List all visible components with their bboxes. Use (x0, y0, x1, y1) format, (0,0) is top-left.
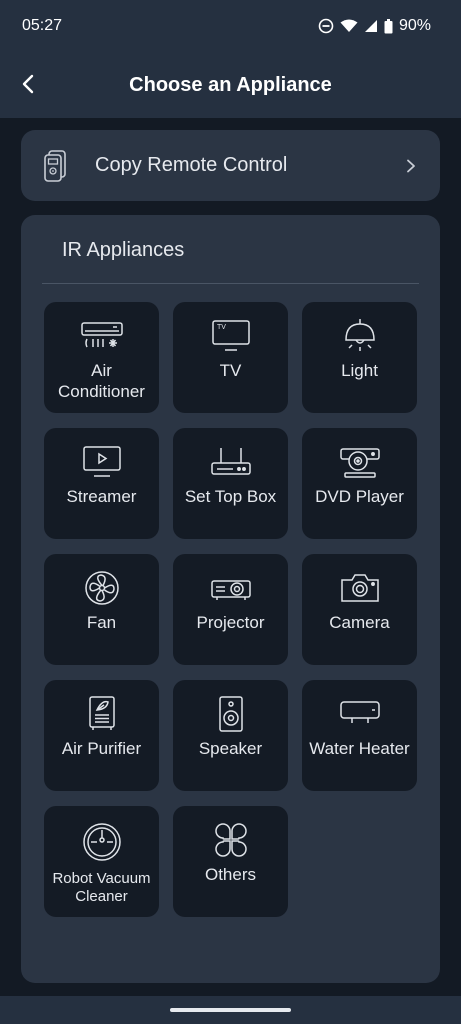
appliance-label: Air Purifier (61, 739, 142, 758)
appliance-tile-set-top-box[interactable]: Set Top Box (173, 428, 288, 539)
appliance-tile-projector[interactable]: Projector (173, 554, 288, 665)
appliance-tile-water-heater[interactable]: Water Heater (302, 680, 417, 791)
appliance-tile-fan[interactable]: Fan (44, 554, 159, 665)
status-time: 05:27 (22, 17, 63, 34)
appliance-grid: Air Conditioner TV TV Light Streamer Set… (44, 302, 417, 917)
remote-control-icon (44, 149, 66, 182)
section-divider (42, 283, 419, 284)
page-title: Choose an Appliance (129, 73, 332, 96)
appliance-label: Air Conditioner (58, 361, 145, 401)
appliance-label: Fan (86, 613, 117, 632)
air-conditioner-icon (80, 322, 123, 348)
others-icon (214, 823, 247, 857)
appliance-tile-others[interactable]: Others (173, 806, 288, 917)
status-bar: 05:27 90% (0, 0, 461, 52)
fan-icon (84, 571, 119, 605)
water-heater-icon (339, 701, 380, 723)
appliance-tile-speaker[interactable]: Speaker (173, 680, 288, 791)
appliance-label: Robot Vacuum Cleaner (52, 870, 151, 905)
appliance-tile-streamer[interactable]: Streamer (44, 428, 159, 539)
signal-icon (364, 20, 377, 32)
appliance-label: Speaker (198, 739, 263, 758)
status-icons: 90% (318, 17, 431, 35)
appliance-label: Set Top Box (184, 487, 277, 506)
appliance-tile-tv[interactable]: TV TV (173, 302, 288, 413)
camera-icon (340, 574, 379, 602)
battery-percent: 90% (398, 17, 431, 34)
chevron-right-icon (407, 159, 415, 172)
home-indicator[interactable] (170, 1008, 291, 1012)
appliance-tile-dvd-player[interactable]: DVD Player (302, 428, 417, 539)
appliance-label: Projector (196, 613, 265, 632)
app-header: Choose an Appliance (0, 52, 461, 118)
air-purifier-icon (88, 696, 115, 730)
appliance-label: Others (204, 865, 257, 884)
copy-remote-label: Copy Remote Control (95, 154, 288, 176)
do-not-disturb-icon (318, 18, 334, 34)
battery-icon (384, 18, 393, 33)
appliance-label: Light (341, 361, 378, 380)
section-title: IR Appliances (62, 239, 185, 261)
set-top-box-icon (210, 448, 251, 475)
appliance-label: Camera (329, 613, 390, 632)
wifi-icon (340, 19, 358, 32)
appliance-tile-air-conditioner[interactable]: Air Conditioner (44, 302, 159, 413)
streamer-icon (82, 446, 121, 477)
speaker-icon (218, 696, 243, 732)
robot-vacuum-icon (82, 823, 121, 861)
appliance-label: TV (219, 361, 242, 380)
ir-appliances-panel: IR Appliances Air Conditioner TV TV Ligh… (21, 215, 440, 983)
appliance-tile-light[interactable]: Light (302, 302, 417, 413)
light-icon (344, 319, 375, 351)
appliance-label: Water Heater (309, 739, 410, 758)
svg-text:TV: TV (217, 324, 226, 331)
navigation-bar (0, 996, 461, 1024)
projector-icon (210, 580, 251, 600)
appliance-tile-air-purifier[interactable]: Air Purifier (44, 680, 159, 791)
appliance-label: Streamer (66, 487, 137, 506)
copy-remote-control-button[interactable]: Copy Remote Control (21, 130, 440, 201)
appliance-tile-robot-vacuum-cleaner[interactable]: Robot Vacuum Cleaner (44, 806, 159, 917)
back-button[interactable] (14, 70, 42, 98)
back-arrow-icon (22, 74, 34, 94)
dvd-player-icon (339, 448, 380, 478)
appliance-label: DVD Player (315, 487, 404, 506)
appliance-tile-camera[interactable]: Camera (302, 554, 417, 665)
tv-icon: TV (211, 320, 250, 351)
